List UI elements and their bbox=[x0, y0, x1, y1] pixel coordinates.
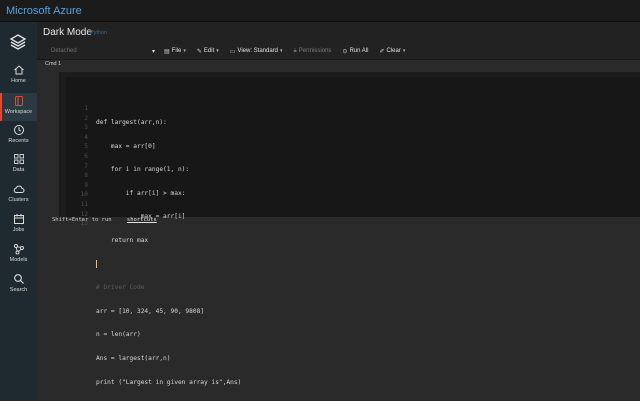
pencil-icon: ✎ bbox=[196, 48, 202, 55]
file-icon: ▤ bbox=[164, 48, 170, 55]
code-line-comment: # Driver Code bbox=[96, 284, 145, 292]
sidebar-item-workspace[interactable]: Workspace bbox=[0, 93, 37, 121]
code-editor[interactable]: 1 2 3 4 5 6 7 8 9 10 11 12 13 def larges… bbox=[66, 77, 640, 386]
edit-menu-button[interactable]: ✎ Edit ▾ bbox=[197, 48, 219, 55]
run-hint: Shift+Enter to run shortcuts bbox=[52, 217, 157, 223]
line-number: 8 bbox=[84, 172, 88, 180]
line-number: 9 bbox=[84, 181, 88, 189]
sidebar-item-label: Models bbox=[9, 257, 28, 263]
search-icon bbox=[13, 274, 24, 284]
app-title[interactable]: Microsoft Azure bbox=[6, 5, 82, 17]
code-line: arr = [10, 324, 45, 90, 9808] bbox=[96, 307, 205, 315]
layers-logo-icon[interactable] bbox=[8, 32, 28, 52]
line-number: 4 bbox=[84, 133, 88, 141]
sidebar-item-clusters[interactable]: Clusters bbox=[0, 183, 37, 211]
chevron-down-icon: ▾ bbox=[183, 48, 186, 54]
code-line: for i in range(1, n): bbox=[96, 166, 190, 174]
calendar-icon bbox=[13, 214, 24, 224]
line-number: 11 bbox=[80, 200, 88, 208]
home-icon bbox=[13, 65, 24, 75]
data-icon bbox=[13, 154, 24, 164]
line-number: 6 bbox=[84, 152, 88, 160]
view-menu-label: View: Standard bbox=[237, 48, 279, 54]
sidebar-item-models[interactable]: Models bbox=[0, 243, 37, 271]
notebook-main: Dark Mode Python Detached ▾ ▤ File ▾ ✎ E… bbox=[37, 22, 640, 400]
run-all-label: Run All bbox=[349, 48, 369, 54]
top-bar: Microsoft Azure bbox=[0, 0, 640, 22]
code-line: def largest(arr,n): bbox=[96, 119, 167, 126]
line-number: 10 bbox=[80, 191, 88, 199]
chevron-down-icon: ▾ bbox=[402, 48, 406, 54]
sidebar-item-label: Workspace bbox=[4, 109, 33, 115]
sidebar-item-label: Jobs bbox=[12, 227, 25, 233]
cell-label: Cmd 1 bbox=[45, 61, 62, 67]
sidebar: Home Workspace Recents Data Clusters Job… bbox=[0, 22, 37, 400]
sidebar-item-jobs[interactable]: Jobs bbox=[0, 213, 37, 241]
permissions-button[interactable]: 🔒︎ Permissions bbox=[294, 48, 332, 55]
clock-icon bbox=[13, 125, 24, 135]
clear-menu-label: Clear bbox=[386, 48, 401, 54]
code-line-with-cursor bbox=[96, 259, 241, 270]
code-line: print ("Largest in given array is",Ans) bbox=[96, 378, 242, 386]
line-number: 5 bbox=[84, 143, 88, 151]
code-line: if arr[i] > max: bbox=[96, 189, 186, 197]
notebook-toolbar: Detached ▾ ▤ File ▾ ✎ Edit ▾ ▭ View: Sta… bbox=[43, 45, 416, 57]
clear-menu-button[interactable]: ✐ Clear ▾ bbox=[379, 48, 405, 55]
text-cursor bbox=[96, 259, 97, 268]
code-text[interactable]: def largest(arr,n): max = arr[0] for i i… bbox=[96, 104, 241, 401]
cluster-select-value: Detached bbox=[51, 48, 77, 54]
chevron-down-icon: ▾ bbox=[216, 48, 219, 54]
line-number: 7 bbox=[84, 162, 88, 170]
eraser-icon: ✐ bbox=[379, 48, 385, 55]
shortcuts-link[interactable]: shortcuts bbox=[127, 217, 157, 223]
code-line: max = arr[0] bbox=[96, 142, 156, 150]
sidebar-item-label: Recents bbox=[8, 138, 29, 144]
permissions-label: Permissions bbox=[298, 48, 332, 54]
sidebar-item-data[interactable]: Data bbox=[0, 153, 37, 181]
notebook-header: Dark Mode Python Detached ▾ ▤ File ▾ ✎ E… bbox=[37, 22, 640, 60]
notebook-title[interactable]: Dark Mode bbox=[43, 27, 92, 38]
code-line: n = len(arr) bbox=[96, 331, 141, 339]
sidebar-item-recents[interactable]: Recents bbox=[0, 124, 37, 152]
cloud-icon bbox=[13, 185, 24, 193]
run-all-button[interactable]: ⊙ Run All bbox=[342, 48, 368, 55]
chevron-down-icon: ▾ bbox=[151, 48, 155, 55]
sidebar-item-home[interactable]: Home bbox=[0, 64, 37, 92]
line-number: 1 bbox=[84, 105, 88, 112]
sidebar-item-search[interactable]: Search bbox=[0, 273, 37, 301]
folder-icon bbox=[14, 96, 23, 106]
chevron-down-icon: ▾ bbox=[280, 48, 283, 54]
edit-menu-label: Edit bbox=[203, 48, 215, 54]
line-number-gutter: 1 2 3 4 5 6 7 8 9 10 11 12 13 bbox=[78, 104, 88, 229]
sidebar-item-label: Search bbox=[9, 287, 28, 293]
lock-icon: 🔒︎ bbox=[293, 47, 297, 54]
code-line: return max bbox=[96, 236, 149, 244]
sidebar-item-label: Clusters bbox=[8, 197, 29, 203]
run-hint-text: Shift+Enter to run bbox=[52, 217, 112, 223]
line-number: 2 bbox=[84, 114, 88, 122]
play-circle-icon: ⊙ bbox=[342, 48, 348, 55]
file-menu-label: File bbox=[171, 48, 182, 54]
sidebar-item-label: Home bbox=[11, 78, 26, 84]
code-line: Ans = largest(arr,n) bbox=[96, 354, 171, 362]
view-menu-button[interactable]: ▭ View: Standard ▾ bbox=[230, 48, 283, 55]
code-cell[interactable]: 1 2 3 4 5 6 7 8 9 10 11 12 13 def larges… bbox=[59, 72, 640, 386]
line-number: 3 bbox=[84, 124, 88, 132]
notebook-language[interactable]: Python bbox=[90, 30, 107, 36]
monitor-icon: ▭ bbox=[229, 48, 236, 55]
cluster-select[interactable]: Detached ▾ bbox=[43, 46, 155, 57]
sidebar-item-label: Data bbox=[12, 167, 25, 173]
models-icon bbox=[13, 244, 24, 255]
file-menu-button[interactable]: ▤ File ▾ bbox=[164, 48, 186, 55]
